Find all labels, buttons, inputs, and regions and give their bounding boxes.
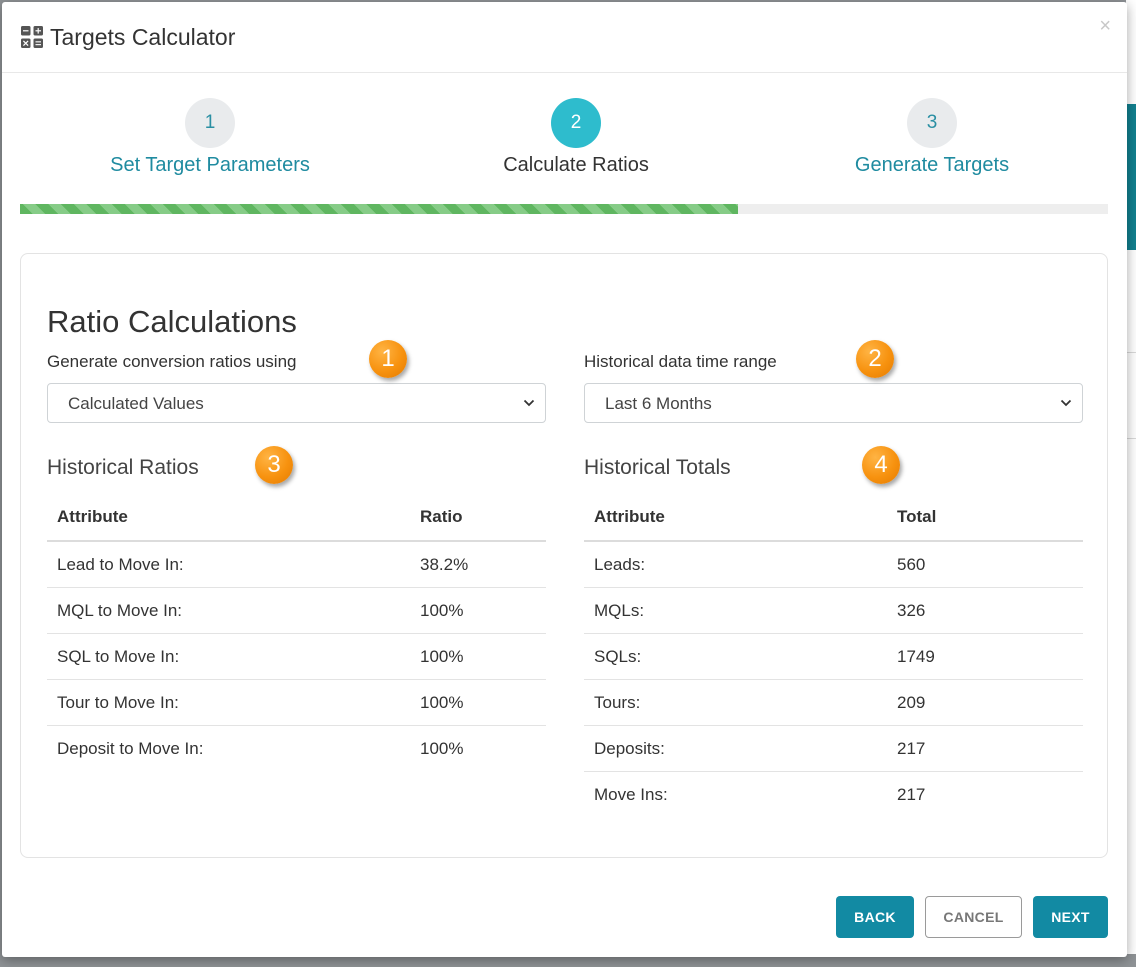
table-header-row: Attribute Total: [584, 494, 1083, 542]
back-button[interactable]: BACK: [836, 896, 914, 938]
modal-header: Targets Calculator ×: [2, 2, 1127, 73]
ratio-cell: 100%: [410, 633, 546, 680]
step-number: 3: [907, 98, 957, 148]
ratio-calculations-card: Ratio Calculations Generate conversion r…: [20, 253, 1108, 858]
callout-badge-3: 3: [255, 446, 293, 484]
table-row: Tour to Move In: 100%: [47, 679, 546, 726]
step-number: 1: [185, 98, 235, 148]
step-set-target-parameters[interactable]: 1 Set Target Parameters: [60, 98, 360, 179]
table-row: Deposit to Move In: 100%: [47, 726, 546, 772]
attribute-cell: MQLs:: [584, 587, 887, 634]
conversion-ratios-select[interactable]: Calculated Values: [47, 383, 546, 423]
background-page-strip: [1126, 0, 1136, 104]
historical-ratios-title: Historical Ratios: [47, 456, 199, 479]
cancel-button[interactable]: CANCEL: [925, 896, 1022, 938]
progress-bar-fill: [20, 204, 739, 214]
attribute-cell: Move Ins:: [594, 784, 668, 804]
chevron-down-icon: [1060, 399, 1072, 407]
total-cell: 1749: [887, 633, 1083, 680]
column-header-attribute: Attribute: [584, 494, 887, 542]
callout-badge-1: 1: [369, 340, 407, 378]
column-header-ratio: Ratio: [410, 494, 546, 542]
table-row: Move Ins: 217: [584, 772, 1083, 818]
historical-totals-title: Historical Totals: [584, 456, 731, 479]
attribute-cell: Lead to Move In:: [47, 541, 410, 588]
callout-badge-2: 2: [856, 340, 894, 378]
modal-title: Targets Calculator: [50, 24, 236, 50]
next-button[interactable]: NEXT: [1033, 896, 1108, 938]
ratio-cell: 100%: [410, 679, 546, 726]
table-row: Leads: 560: [584, 541, 1083, 588]
time-range-select[interactable]: Last 6 Months: [584, 383, 1083, 423]
table-row: MQL to Move In: 100%: [47, 587, 546, 634]
attribute-cell: Leads:: [584, 541, 887, 588]
ratio-cell: 100%: [410, 587, 546, 634]
background-page-banner: [1126, 104, 1136, 250]
select-value: Calculated Values: [68, 394, 204, 413]
step-generate-targets[interactable]: 3 Generate Targets: [782, 98, 1082, 179]
total-cell: 217: [897, 784, 926, 804]
table-row: SQLs: 1749: [584, 633, 1083, 680]
table-row: SQL to Move In: 100%: [47, 633, 546, 680]
step-calculate-ratios[interactable]: 2 Calculate Ratios: [426, 98, 726, 179]
background-page-divider: [1126, 438, 1136, 439]
table-header-row: Attribute Ratio: [47, 494, 546, 542]
ratio-cell: 38.2%: [410, 541, 546, 588]
attribute-cell: Tours:: [584, 679, 887, 726]
conversion-ratios-label: Generate conversion ratios using: [47, 352, 297, 371]
chevron-down-icon: [523, 399, 535, 407]
table-row: Deposits: 217: [584, 725, 1083, 772]
table-row: Lead to Move In: 38.2%: [47, 541, 546, 588]
step-label: Calculate Ratios: [503, 154, 649, 176]
column-header-attribute: Attribute: [47, 494, 410, 542]
attribute-cell: Deposits:: [584, 725, 887, 772]
calculator-icon: [21, 26, 43, 48]
historical-ratios-table: Attribute Ratio Lead to Move In: 38.2% M…: [47, 494, 546, 771]
total-cell: 217: [887, 725, 1083, 772]
ratio-cell: 100%: [420, 738, 464, 758]
historical-totals-table: Attribute Total Leads: 560 MQLs: 326 SQL…: [584, 494, 1083, 817]
background-page-strip: [1126, 250, 1136, 954]
attribute-cell: Tour to Move In:: [47, 679, 410, 726]
attribute-cell: Deposit to Move In:: [57, 738, 204, 758]
wizard-stepper: 1 Set Target Parameters 2 Calculate Rati…: [20, 98, 1108, 218]
table-row: Tours: 209: [584, 679, 1083, 726]
close-icon[interactable]: ×: [1099, 16, 1111, 36]
step-label: Set Target Parameters: [110, 154, 310, 176]
select-value: Last 6 Months: [605, 394, 712, 413]
attribute-cell: MQL to Move In:: [47, 587, 410, 634]
step-number: 2: [551, 98, 601, 148]
column-header-total: Total: [887, 494, 1083, 542]
step-label: Generate Targets: [854, 154, 1010, 176]
total-cell: 560: [887, 541, 1083, 588]
card-title: Ratio Calculations: [47, 304, 297, 339]
attribute-cell: SQLs:: [584, 633, 887, 680]
total-cell: 326: [887, 587, 1083, 634]
attribute-cell: SQL to Move In:: [47, 633, 410, 680]
progress-bar: [20, 204, 1108, 214]
callout-badge-4: 4: [862, 446, 900, 484]
background-page-divider: [1126, 352, 1136, 353]
table-row: MQLs: 326: [584, 587, 1083, 634]
targets-calculator-modal: Targets Calculator × 1 Set Target Parame…: [2, 2, 1127, 957]
total-cell: 209: [887, 679, 1083, 726]
time-range-label: Historical data time range: [584, 352, 777, 371]
